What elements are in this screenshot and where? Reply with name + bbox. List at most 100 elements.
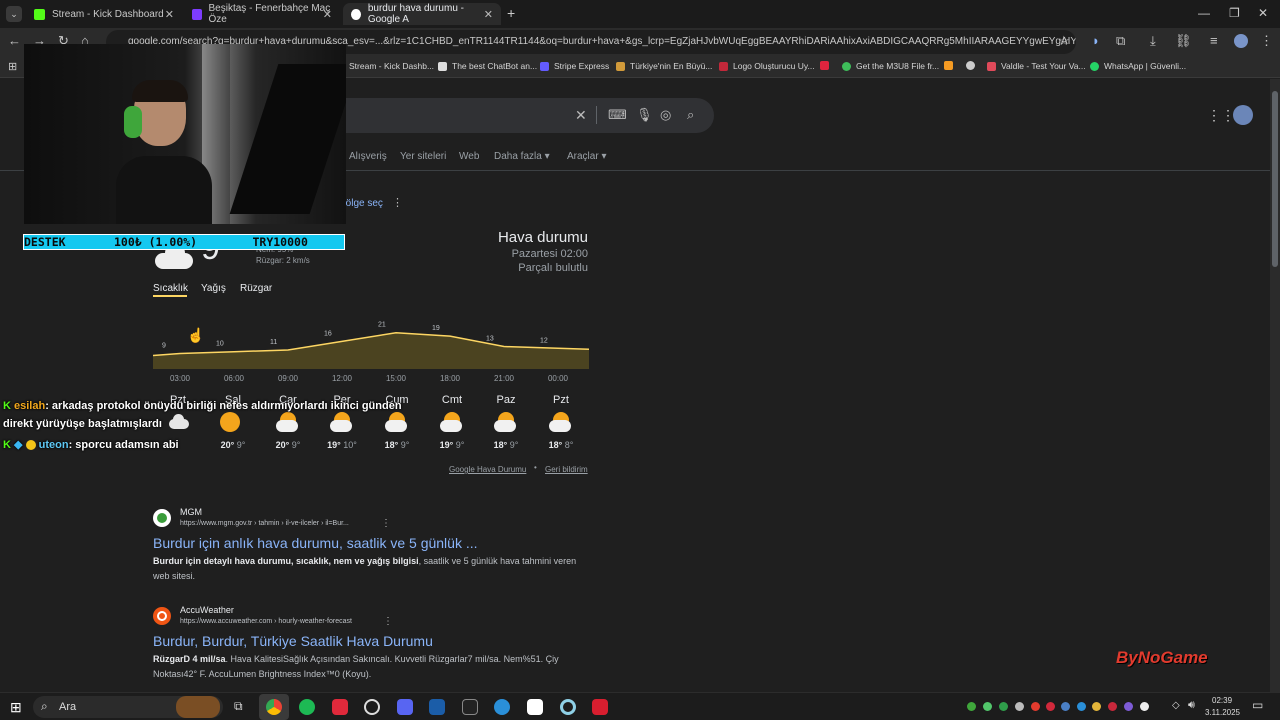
forecast-day[interactable]: Pzt 18° 8° xyxy=(537,394,585,450)
gem-badge-icon: ◆ xyxy=(14,439,23,451)
google-apps-icon[interactable]: ⋮⋮ xyxy=(1207,107,1235,124)
high-temp: 18° xyxy=(384,440,399,450)
windows-start-icon[interactable]: ⊞ xyxy=(10,699,22,716)
tray-icon-white[interactable] xyxy=(1140,702,1149,711)
close-tab-icon[interactable]: ✕ xyxy=(323,8,332,21)
bookmark-logo[interactable]: Logo Oluşturucu Uy... xyxy=(719,61,815,71)
app-blue-circle-icon[interactable] xyxy=(494,699,510,715)
tab-web[interactable]: Web xyxy=(459,151,479,162)
tray-icon-steam[interactable] xyxy=(1061,702,1070,711)
tray-icon-red3[interactable] xyxy=(1108,702,1117,711)
tray-icon-green[interactable] xyxy=(967,702,976,711)
result-title[interactable]: Burdur, Burdur, Türkiye Saatlik Hava Dur… xyxy=(153,633,433,649)
extensions-puzzle-icon[interactable]: ⧉ xyxy=(1116,33,1125,49)
result-title[interactable]: Burdur için anlık hava durumu, saatlik v… xyxy=(153,535,478,551)
app-circle-icon[interactable] xyxy=(364,699,380,715)
lens-icon[interactable]: ◎ xyxy=(660,107,671,123)
notification-icon[interactable]: ▭ xyxy=(1252,698,1263,712)
close-tab-icon[interactable]: ✕ xyxy=(165,8,174,21)
menu-icon[interactable]: ⋮ xyxy=(1260,33,1273,49)
tab-wind[interactable]: Rüzgar xyxy=(240,283,272,294)
clock-time[interactable]: 02:39 xyxy=(1212,696,1232,705)
extension-icon[interactable]: ◗ xyxy=(1092,33,1100,48)
bookmark-label: Logo Oluşturucu Uy... xyxy=(733,61,815,71)
keyboard-icon[interactable]: ⌨ xyxy=(608,107,627,123)
forecast-day[interactable]: Paz 18° 9° xyxy=(482,394,530,450)
app-red-icon[interactable] xyxy=(332,699,348,715)
tab-besiktas[interactable]: Beşiktaş - Fenerbahçe Maç Öze ✕ xyxy=(184,3,340,25)
clear-icon[interactable]: ✕ xyxy=(575,107,587,124)
profile-avatar[interactable] xyxy=(1234,34,1248,48)
steam-icon[interactable] xyxy=(429,699,445,715)
media-icon[interactable]: ≡ xyxy=(1210,33,1218,48)
tab-more[interactable]: Daha fazla ▾ xyxy=(494,151,550,162)
search-box[interactable]: ✕ ⌨ 🎙 ◎ ⌕ xyxy=(330,98,714,133)
clock-date[interactable]: 3.11.2025 xyxy=(1205,708,1240,717)
bookmark-chatbot[interactable]: The best ChatBot an... xyxy=(438,61,537,71)
link-icon[interactable]: ⛓ xyxy=(1175,33,1192,49)
tray-icon-green2[interactable] xyxy=(983,702,992,711)
capcut-icon[interactable] xyxy=(527,699,543,715)
scrollbar-thumb[interactable] xyxy=(1272,91,1278,267)
tab-shopping[interactable]: Alışveriş xyxy=(349,151,387,162)
tray-icon-green3[interactable] xyxy=(999,702,1008,711)
bookmark-whatsapp[interactable]: WhatsApp | Güvenli... xyxy=(1090,61,1186,71)
app-ring-icon[interactable] xyxy=(560,699,576,715)
tab-google-search[interactable]: burdur hava durumu - Google A ✕ xyxy=(343,3,501,25)
tab-places[interactable]: Yer siteleri xyxy=(400,151,446,162)
back-icon[interactable]: ← xyxy=(8,33,21,48)
app-red2-icon[interactable] xyxy=(592,699,608,715)
close-window-icon[interactable]: ✕ xyxy=(1258,6,1268,20)
task-view-icon[interactable]: ⧉ xyxy=(234,699,243,714)
discord-icon[interactable] xyxy=(397,699,413,715)
bookmark-orange[interactable] xyxy=(944,61,958,70)
microphone-icon[interactable]: 🎙 xyxy=(636,107,653,123)
chrome-icon[interactable] xyxy=(266,699,282,715)
chatbot-icon xyxy=(438,61,447,71)
bookmark-red[interactable] xyxy=(820,61,834,70)
tab-kick-dashboard[interactable]: Stream - Kick Dashboard ✕ xyxy=(26,3,182,25)
result-url[interactable]: https://www.mgm.gov.tr › tahmin › il-ve-… xyxy=(180,520,349,527)
bookmark-turkiye[interactable]: Türkiye'nin En Büyü... xyxy=(616,61,712,71)
feedback-link[interactable]: Geri bildirim xyxy=(545,465,588,474)
close-tab-icon[interactable]: ✕ xyxy=(484,8,493,21)
tray-icon-red[interactable] xyxy=(1031,702,1040,711)
temperature-value: 19 xyxy=(432,325,440,332)
tray-icon-blue[interactable] xyxy=(1077,702,1086,711)
google-weather-link[interactable]: Google Hava Durumu xyxy=(449,465,526,474)
result-url[interactable]: https://www.accuweather.com › hourly-wea… xyxy=(180,618,352,625)
epic-games-icon[interactable] xyxy=(462,699,478,715)
result-menu-icon[interactable]: ⋮ xyxy=(381,518,391,529)
location-menu-icon[interactable]: ⋮ xyxy=(392,196,403,209)
cloud-icon xyxy=(167,414,189,429)
bookmark-kick[interactable]: Stream - Kick Dashb... xyxy=(349,61,434,71)
volume-icon[interactable]: 🔊︎ xyxy=(1188,699,1195,712)
forecast-day[interactable]: Cmt 19° 9° xyxy=(428,394,476,450)
tray-icon-red2[interactable] xyxy=(1046,702,1055,711)
taskbar-search[interactable]: ⌕ Ara xyxy=(33,696,223,718)
chat-message: K esilah: arkadaş protokol önüydü birliğ… xyxy=(3,400,402,412)
bookmark-valdle[interactable]: Valdle - Test Your Va... xyxy=(987,61,1086,71)
tray-icon-grey[interactable] xyxy=(1015,702,1024,711)
bookmark-star-icon[interactable]: ☆ xyxy=(1058,33,1070,49)
network-icon[interactable]: ◇ xyxy=(1172,700,1180,711)
bookmark-globe[interactable] xyxy=(966,61,980,70)
download-icon[interactable]: ⤓ xyxy=(1150,33,1156,49)
bookmark-stripe[interactable]: Stripe Express xyxy=(540,61,609,71)
tray-icon-purple[interactable] xyxy=(1124,702,1133,711)
apps-grid-icon[interactable]: ⊞ xyxy=(8,60,17,73)
spotify-icon[interactable] xyxy=(299,699,315,715)
search-icon[interactable]: ⌕ xyxy=(687,107,694,123)
restore-icon[interactable]: ❐ xyxy=(1229,6,1240,20)
account-avatar[interactable] xyxy=(1233,105,1253,125)
tab-list-button[interactable]: ⌄ xyxy=(6,6,22,22)
page-scrollbar[interactable] xyxy=(1270,79,1280,692)
tab-tools[interactable]: Araçlar ▾ xyxy=(567,151,607,162)
new-tab-button[interactable]: + xyxy=(507,5,515,21)
tab-precipitation[interactable]: Yağış xyxy=(201,283,226,294)
tray-icon-chrome[interactable] xyxy=(1092,702,1101,711)
bookmark-m3u8[interactable]: Get the M3U8 File fr... xyxy=(842,61,939,71)
result-menu-icon[interactable]: ⋮ xyxy=(383,616,393,627)
tab-temperature[interactable]: Sıcaklık xyxy=(153,283,188,294)
minimize-icon[interactable]: — xyxy=(1198,6,1210,20)
